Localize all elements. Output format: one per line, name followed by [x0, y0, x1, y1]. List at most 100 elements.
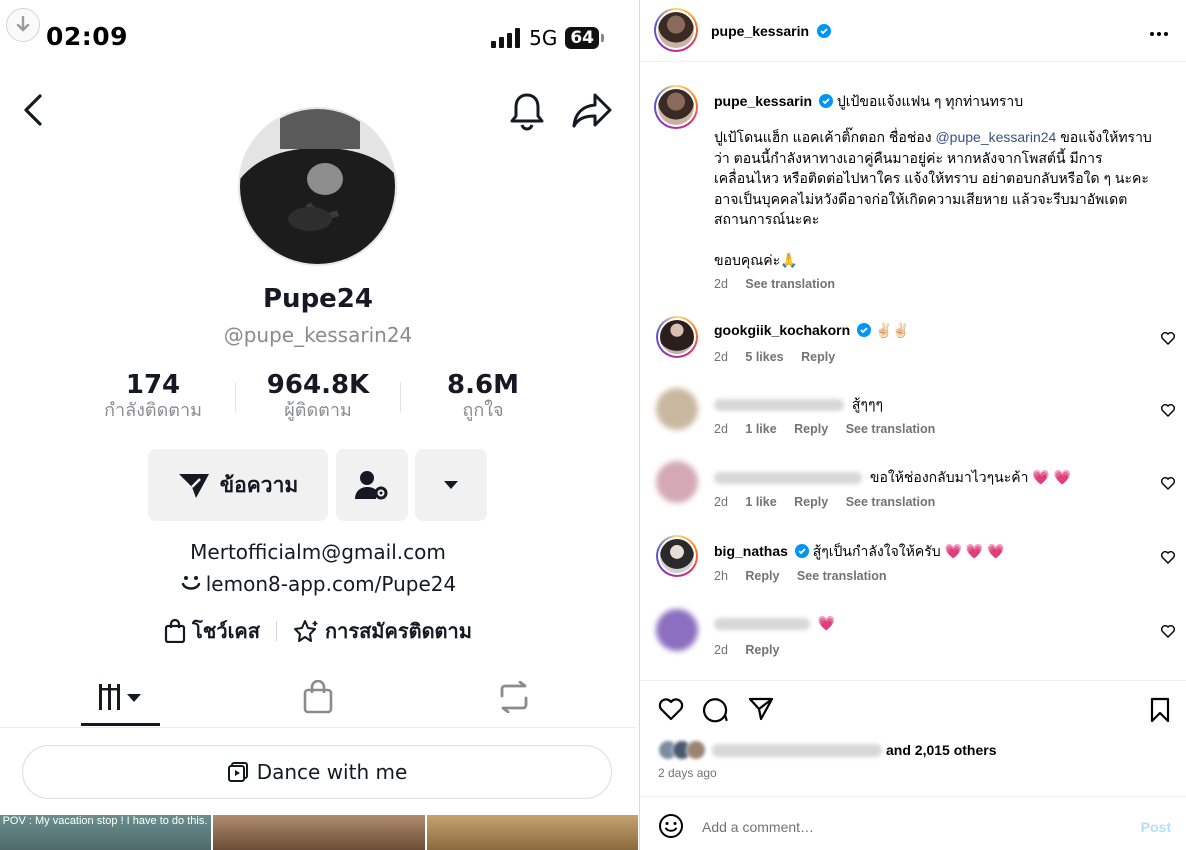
- avatar: [656, 388, 698, 430]
- caption-mention[interactable]: @pupe_kessarin24: [935, 129, 1056, 145]
- bio-link[interactable]: lemon8-app.com/Pupe24: [0, 572, 636, 599]
- header-username[interactable]: pupe_kessarin: [711, 23, 809, 39]
- stat-following[interactable]: 174 กำลังติดตาม: [68, 370, 238, 422]
- comment-text: gookgiik_kochakorn ✌🏻✌🏻: [714, 322, 910, 340]
- caption-body: ปูเป้โดนแฮ็ก แอคเค้าติ๊กตอก ชื่อช่อง @pu…: [714, 127, 1154, 270]
- caption-header: pupe_kessarin ปูเป้ขอแจ้งแฟน ๆ ทุกท่านทร…: [714, 91, 1023, 113]
- comment-bubble-icon[interactable]: [702, 697, 729, 727]
- heart-icon[interactable]: [1161, 549, 1175, 568]
- profile-stats: 174 กำลังติดตาม 964.8K ผู้ติดตาม 8.6M ถู…: [0, 370, 636, 430]
- profile-tabs: [0, 668, 636, 728]
- share-icon[interactable]: [570, 90, 614, 132]
- comments-scroll[interactable]: pupe_kessarin ปูเป้ขอแจ้งแฟน ๆ ทุกท่านทร…: [640, 63, 1186, 676]
- comment-body: ✌🏻✌🏻: [874, 322, 910, 338]
- commenter-avatar[interactable]: [656, 609, 698, 651]
- showcase-link[interactable]: โชว์เคส: [164, 615, 260, 647]
- user-settings-icon: [355, 471, 388, 500]
- stat-divider: [235, 382, 236, 412]
- caret-down-icon: [444, 481, 458, 489]
- commenter-avatar[interactable]: [656, 535, 698, 577]
- heart-icon[interactable]: [1161, 330, 1175, 349]
- header-user[interactable]: pupe_kessarin: [711, 21, 832, 42]
- video-thumbnail[interactable]: [213, 815, 425, 850]
- active-tab-indicator: [81, 723, 160, 726]
- back-icon[interactable]: [18, 92, 48, 128]
- download-icon[interactable]: [6, 8, 40, 42]
- comment-meta: 2d 1 like Reply See translation: [714, 422, 949, 436]
- commenter-avatar[interactable]: [656, 388, 698, 430]
- emoji-icon[interactable]: [658, 813, 684, 843]
- heart-icon[interactable]: [1161, 402, 1175, 421]
- subscribe-link[interactable]: การสมัครติดตาม: [293, 615, 472, 647]
- reply-link[interactable]: Reply: [801, 350, 835, 364]
- likes-summary[interactable]: and 2,015 others: [658, 740, 997, 760]
- comment-text: ขอให้ช่องกลับมาไวๆนะค้า 💗 💗: [714, 467, 1071, 489]
- see-translation-link[interactable]: See translation: [846, 495, 936, 509]
- likes-count[interactable]: and 2,015 others: [886, 742, 997, 758]
- comment-likes[interactable]: 1 like: [745, 495, 776, 509]
- comment-meta: 2h Reply See translation: [714, 569, 901, 583]
- like-heart-icon[interactable]: [658, 697, 684, 725]
- bio-link-text[interactable]: lemon8-app.com/Pupe24: [206, 572, 457, 596]
- see-translation-link[interactable]: See translation: [745, 277, 835, 291]
- caption-avatar[interactable]: [654, 85, 698, 129]
- stat-following-label: กำลังติดตาม: [104, 400, 202, 421]
- caption-title: ปูเป้ขอแจ้งแฟน ๆ ทุกท่านทราบ: [836, 93, 1024, 109]
- reply-link[interactable]: Reply: [745, 643, 779, 657]
- more-options-icon[interactable]: [1149, 18, 1169, 42]
- bookmark-icon[interactable]: [1149, 697, 1171, 727]
- comment-text: 💗: [714, 615, 835, 632]
- comment-likes[interactable]: 1 like: [745, 422, 776, 436]
- comment-body: ขอให้ช่องกลับมาไวๆนะค้า 💗 💗: [869, 469, 1072, 485]
- comment-meta: 2d 1 like Reply See translation: [714, 495, 949, 509]
- comment-username[interactable]: big_nathas: [714, 543, 788, 559]
- video-thumbnail[interactable]: [426, 815, 638, 850]
- comment-body: สู้ๆๆๆ: [851, 396, 883, 412]
- add-friend-settings-button[interactable]: [336, 449, 408, 521]
- avatar: [660, 320, 694, 354]
- stat-followers[interactable]: 964.8K ผู้ติดตาม: [233, 370, 403, 422]
- tab-videos[interactable]: [81, 672, 161, 722]
- blurred-username: [714, 618, 810, 631]
- profile-avatar[interactable]: [238, 107, 397, 266]
- tab-reposts[interactable]: [474, 672, 554, 722]
- commenter-avatar[interactable]: [656, 461, 698, 503]
- bell-icon[interactable]: [506, 90, 548, 132]
- stat-likes-label: ถูกใจ: [462, 400, 504, 421]
- post-header: pupe_kessarin: [640, 0, 1186, 62]
- heart-icon[interactable]: [1161, 475, 1175, 494]
- see-translation-link[interactable]: See translation: [797, 569, 887, 583]
- caption-time: 2d: [714, 277, 728, 291]
- blurred-username: [714, 399, 844, 412]
- caption-username[interactable]: pupe_kessarin: [714, 93, 812, 109]
- video-thumbnail[interactable]: POV : My vacation stop ! I have to do th…: [0, 815, 212, 850]
- tab-shop[interactable]: [278, 672, 358, 722]
- story-ring-avatar[interactable]: [654, 8, 698, 52]
- comment-input[interactable]: Add a comment…: [702, 819, 814, 835]
- see-translation-link[interactable]: See translation: [846, 422, 936, 436]
- comment-username[interactable]: gookgiik_kochakorn: [714, 322, 850, 338]
- playlist-button[interactable]: Dance with me: [22, 745, 612, 799]
- reply-link[interactable]: Reply: [745, 569, 779, 583]
- showcase-label: โชว์เคส: [192, 619, 260, 643]
- blurred-liker-name: [712, 743, 882, 757]
- more-options-button[interactable]: [415, 449, 487, 521]
- reply-link[interactable]: Reply: [794, 495, 828, 509]
- comment-likes[interactable]: 5 likes: [745, 350, 783, 364]
- message-button[interactable]: ข้อความ: [148, 449, 328, 521]
- stat-following-value: 174: [125, 370, 181, 400]
- signal-icon: [491, 28, 521, 48]
- reply-link[interactable]: Reply: [794, 422, 828, 436]
- commenter-avatar[interactable]: [656, 316, 698, 358]
- post-comment-button[interactable]: Post: [1141, 819, 1171, 835]
- comment-item: ขอให้ช่องกลับมาไวๆนะค้า 💗 💗 2d 1 like Re…: [640, 461, 1186, 533]
- verified-badge-icon: [857, 323, 872, 340]
- verified-badge-icon: [818, 94, 833, 111]
- video-grid: POV : My vacation stop ! I have to do th…: [0, 815, 638, 850]
- share-send-icon[interactable]: [748, 697, 774, 725]
- comment-meta: 2d 5 likes Reply: [714, 350, 849, 364]
- avatar: [660, 539, 694, 573]
- heart-icon[interactable]: [1161, 623, 1175, 642]
- subscribe-label: การสมัครติดตาม: [324, 619, 472, 643]
- stat-likes[interactable]: 8.6M ถูกใจ: [398, 370, 568, 422]
